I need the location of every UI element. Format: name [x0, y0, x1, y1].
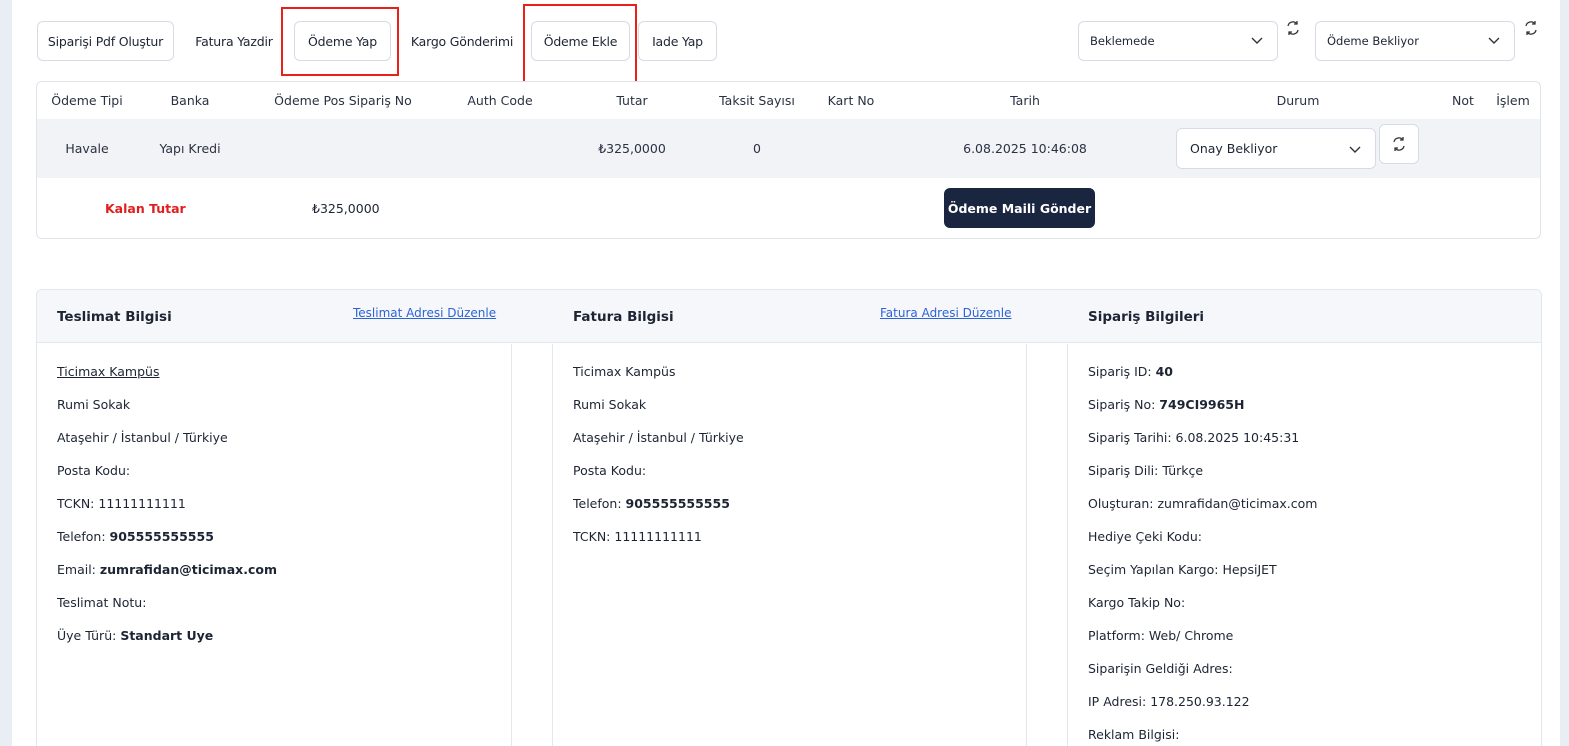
order-source-address: Siparişin Geldiği Adres: — [1088, 661, 1233, 676]
amount-cell: ₺325,0000 — [598, 141, 666, 156]
create-pdf-button[interactable]: Siparişi Pdf Oluştur — [37, 21, 174, 61]
delivery-phone: Telefon: 905555555555 — [57, 529, 214, 544]
payment-status-select[interactable]: Ödeme Bekliyor — [1315, 21, 1515, 61]
column-header: Kart No — [827, 93, 875, 108]
ad-info: Reklam Bilgisi: — [1088, 727, 1180, 742]
order-detail-page: Siparişi Pdf Oluştur Fatura Yazdir Ödeme… — [12, 0, 1560, 746]
gift-code: Hediye Çeki Kodu: — [1088, 529, 1202, 544]
edit-delivery-address-link[interactable]: Teslimat Adresi Düzenle — [353, 306, 496, 320]
payments-table: Ödeme Tipi Banka Ödeme Pos Sipariş No Au… — [36, 81, 1541, 239]
row-refresh-button[interactable] — [1379, 124, 1419, 164]
invoice-phone: Telefon: 905555555555 — [573, 496, 730, 511]
column-header: Ödeme Pos Sipariş No — [274, 93, 412, 108]
divider — [1026, 344, 1027, 746]
selected-cargo: Seçim Yapılan Kargo: HepsiJET — [1088, 562, 1277, 577]
chevron-down-icon — [1349, 146, 1361, 153]
platform: Platform: Web/ Chrome — [1088, 628, 1234, 643]
refresh-icon — [1393, 137, 1405, 151]
edit-invoice-address-link[interactable]: Fatura Adresi Düzenle — [880, 306, 1011, 320]
delivery-street: Rumi Sokak — [57, 397, 131, 412]
remaining-amount-label: Kalan Tutar — [105, 201, 186, 216]
column-header: Not — [1452, 93, 1474, 108]
refund-button[interactable]: Iade Yap — [638, 21, 717, 61]
delivery-info-title: Teslimat Bilgisi — [57, 309, 172, 325]
installment-cell: 0 — [753, 141, 761, 156]
chevron-down-icon — [1488, 37, 1500, 44]
divider — [511, 344, 512, 746]
column-header: Ödeme Tipi — [51, 93, 123, 108]
refresh-icon[interactable] — [1523, 20, 1539, 36]
ip-address: IP Adresi: 178.250.93.122 — [1088, 694, 1250, 709]
send-payment-mail-button[interactable]: Ödeme Maili Gönder — [944, 188, 1095, 228]
delivery-name[interactable]: Ticimax Kampüs — [57, 364, 159, 379]
panels-header: Teslimat Bilgisi Teslimat Adresi Düzenle… — [37, 290, 1541, 343]
info-panels: Teslimat Bilgisi Teslimat Adresi Düzenle… — [36, 289, 1542, 746]
column-header: Tarih — [1010, 93, 1040, 108]
delivery-note: Teslimat Notu: — [57, 595, 147, 610]
invoice-street: Rumi Sokak — [573, 397, 647, 412]
delivery-postal-code: Posta Kodu: — [57, 463, 131, 478]
column-header: Durum — [1276, 93, 1320, 108]
column-header: İşlem — [1496, 93, 1530, 108]
payment-row-status-select[interactable]: Onay Bekliyor — [1176, 128, 1376, 169]
order-id: Sipariş ID: 40 — [1088, 364, 1174, 379]
invoice-postal-code: Posta Kodu: — [573, 463, 647, 478]
make-payment-button[interactable]: Ödeme Yap — [294, 21, 391, 61]
payment-type-cell: Havale — [65, 141, 109, 156]
column-header: Tutar — [616, 93, 648, 108]
order-creator: Oluşturan: zumrafidan@ticimax.com — [1088, 496, 1318, 511]
column-header: Auth Code — [467, 93, 533, 108]
column-header: Banka — [170, 93, 210, 108]
refresh-icon[interactable] — [1285, 20, 1301, 36]
invoice-info-title: Fatura Bilgisi — [573, 309, 674, 325]
add-payment-button[interactable]: Ödeme Ekle — [531, 21, 630, 61]
order-date: Sipariş Tarihi: 6.08.2025 10:45:31 — [1088, 430, 1300, 445]
date-cell: 6.08.2025 10:46:08 — [963, 141, 1087, 156]
divider — [552, 344, 553, 746]
cargo-tracking-no: Kargo Takip No: — [1088, 595, 1186, 610]
order-no: Sipariş No: 749CI9965H — [1088, 397, 1245, 412]
divider — [1067, 344, 1068, 746]
invoice-tckn: TCKN: 11111111111 — [573, 529, 702, 544]
order-language: Sipariş Dili: Türkçe — [1088, 463, 1204, 478]
bank-cell: Yapı Kredi — [159, 141, 221, 156]
payment-row-status-value: Onay Bekliyor — [1190, 141, 1278, 156]
order-status-select[interactable]: Beklemede — [1078, 21, 1278, 61]
remaining-amount-value: ₺325,0000 — [312, 201, 380, 216]
payment-status-value: Ödeme Bekliyor — [1327, 34, 1419, 48]
cargo-shipment-button[interactable]: Kargo Gönderimi — [401, 21, 523, 61]
member-type: Üye Türü: Standart Uye — [57, 628, 214, 643]
column-header: Taksit Sayısı — [719, 93, 795, 108]
invoice-city: Ataşehir / İstanbul / Türkiye — [573, 430, 744, 445]
order-status-value: Beklemede — [1090, 34, 1155, 48]
invoice-name: Ticimax Kampüs — [573, 364, 676, 379]
print-invoice-button[interactable]: Fatura Yazdir — [182, 21, 286, 61]
delivery-tckn: TCKN: 11111111111 — [57, 496, 186, 511]
delivery-city: Ataşehir / İstanbul / Türkiye — [57, 430, 228, 445]
chevron-down-icon — [1251, 37, 1263, 44]
delivery-email: Email: zumrafidan@ticimax.com — [57, 562, 277, 577]
order-info-title: Sipariş Bilgileri — [1088, 309, 1205, 325]
